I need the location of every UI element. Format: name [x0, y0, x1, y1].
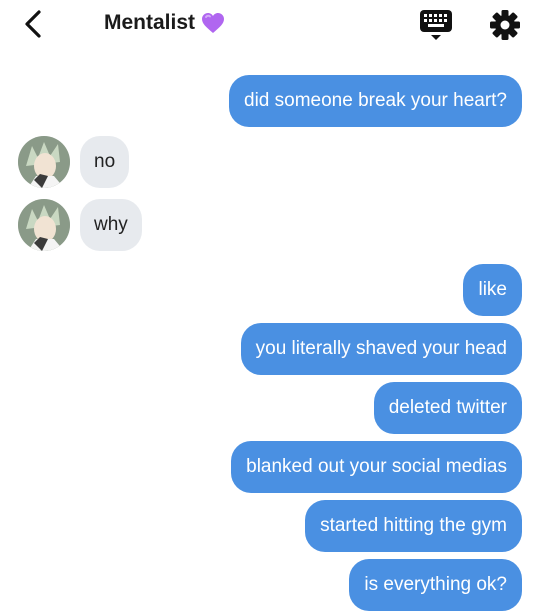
chat-title-text: Mentalist [104, 11, 196, 34]
message-text: you literally shaved your head [255, 338, 507, 359]
purple-heart-icon [201, 12, 225, 34]
chat-header: Mentalist [0, 0, 540, 52]
message-text: no [94, 151, 116, 172]
message-bubble-outgoing[interactable]: blanked out your social medias [231, 441, 522, 493]
keyboard-icon [420, 10, 452, 40]
message-text: is everything ok? [364, 574, 507, 595]
message-text: like [478, 279, 507, 300]
message-text: did someone break your heart? [244, 90, 507, 111]
message-text: started hitting the gym [320, 515, 507, 536]
message-bubble-incoming[interactable]: why [80, 199, 142, 251]
avatar[interactable] [18, 199, 70, 251]
message-bubble-outgoing[interactable]: started hitting the gym [305, 500, 522, 552]
message-bubble-outgoing[interactable]: did someone break your heart? [229, 75, 522, 127]
message-bubble-outgoing[interactable]: like [463, 264, 522, 316]
message-text: deleted twitter [388, 397, 507, 418]
gear-icon [490, 10, 520, 40]
message-text: blanked out your social medias [246, 456, 507, 477]
message-bubble-outgoing[interactable]: you literally shaved your head [240, 323, 522, 375]
back-button[interactable] [16, 6, 50, 42]
message-text: why [94, 214, 128, 235]
chat-title[interactable]: Mentalist [104, 11, 225, 35]
keyboard-toggle-button[interactable] [418, 8, 454, 42]
message-bubble-outgoing[interactable]: deleted twitter [373, 382, 522, 434]
message-bubble-outgoing[interactable]: is everything ok? [349, 559, 522, 611]
settings-button[interactable] [488, 8, 522, 42]
chevron-left-icon [25, 10, 41, 38]
message-bubble-incoming[interactable]: no [80, 136, 130, 188]
avatar[interactable] [18, 136, 70, 188]
